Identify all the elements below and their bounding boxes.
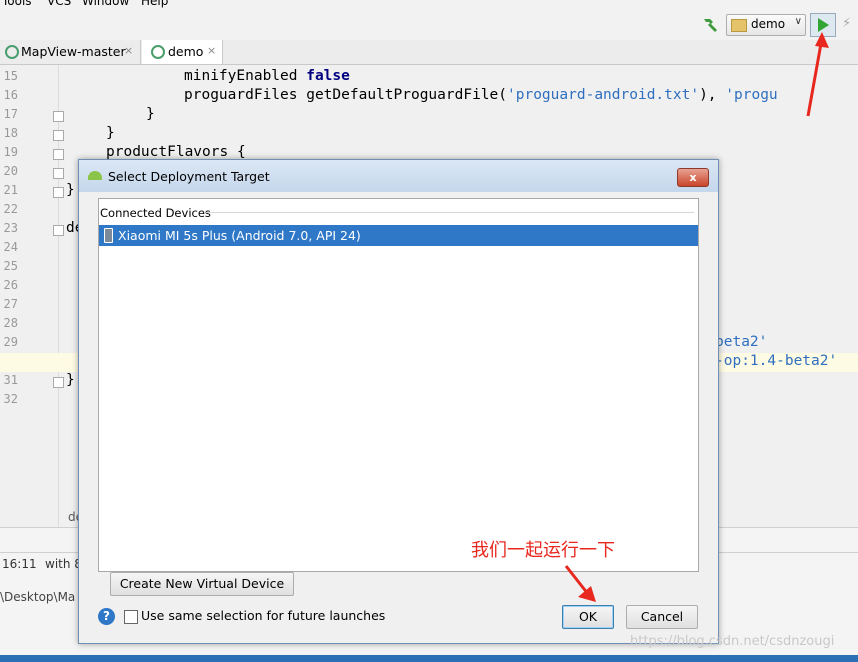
arrow-to-ok-icon [564, 565, 596, 602]
annotation-arrows [564, 32, 829, 602]
arrow-to-run-icon [806, 32, 829, 117]
watermark: https://blog.csdn.net/csdnzougi [630, 634, 835, 649]
